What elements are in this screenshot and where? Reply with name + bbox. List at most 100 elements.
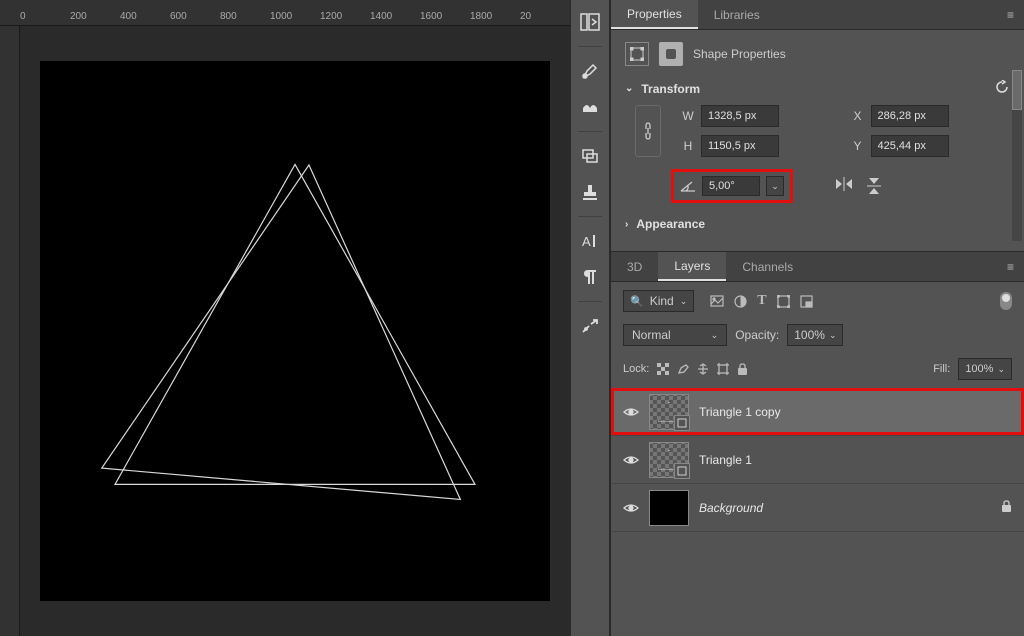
opacity-label: Opacity: bbox=[735, 328, 779, 342]
visibility-toggle-icon[interactable] bbox=[623, 502, 639, 514]
layer-thumbnail[interactable] bbox=[649, 394, 689, 430]
filter-shape-icon[interactable] bbox=[777, 295, 790, 308]
reset-transform-icon[interactable] bbox=[994, 80, 1010, 97]
visibility-toggle-icon[interactable] bbox=[623, 454, 639, 466]
chevron-down-icon: ⌄ bbox=[997, 364, 1005, 375]
properties-scrollbar[interactable] bbox=[1012, 70, 1022, 241]
y-input[interactable] bbox=[871, 135, 949, 157]
ruler-tick: 200 bbox=[70, 11, 120, 25]
tab-properties[interactable]: Properties bbox=[611, 0, 698, 29]
lock-transparency-icon[interactable] bbox=[657, 363, 669, 376]
tab-3d[interactable]: 3D bbox=[611, 252, 658, 281]
filter-kind-select[interactable]: 🔍 Kind ⌄ bbox=[623, 290, 694, 312]
layer-row-background[interactable]: Background bbox=[611, 484, 1024, 532]
ruler-tick: 20 bbox=[520, 11, 570, 25]
canvas[interactable] bbox=[20, 26, 570, 636]
collapse-panels-icon[interactable] bbox=[575, 8, 605, 36]
rotation-dropdown[interactable]: ⌄ bbox=[766, 176, 784, 196]
layer-name[interactable]: Background bbox=[699, 501, 763, 515]
x-input[interactable] bbox=[871, 105, 949, 127]
tool-strip: A bbox=[570, 0, 610, 636]
height-input[interactable] bbox=[701, 135, 779, 157]
shape-badge-icon bbox=[674, 415, 690, 431]
right-panels: Properties Libraries ≡ Shape Properties … bbox=[610, 0, 1024, 636]
filter-pixel-icon[interactable] bbox=[710, 295, 724, 307]
panel-menu-icon[interactable]: ≡ bbox=[997, 8, 1024, 22]
blend-mode-select[interactable]: Normal ⌄ bbox=[623, 324, 727, 346]
layer-filter-row: 🔍 Kind ⌄ T bbox=[611, 282, 1024, 320]
filter-type-icon[interactable]: T bbox=[757, 293, 766, 309]
ruler-tick: 1000 bbox=[270, 11, 320, 25]
blend-row: Normal ⌄ Opacity: 100% ⌄ bbox=[611, 320, 1024, 354]
appearance-section-header[interactable]: › Appearance bbox=[625, 217, 1010, 231]
height-label: H bbox=[681, 139, 695, 153]
filter-adjustment-icon[interactable] bbox=[734, 295, 747, 308]
layer-thumbnail[interactable] bbox=[649, 490, 689, 526]
lock-label: Lock: bbox=[623, 363, 649, 375]
layers-icon[interactable] bbox=[575, 142, 605, 170]
ruler-tick: 1800 bbox=[470, 11, 520, 25]
flip-vertical-icon[interactable] bbox=[867, 177, 881, 195]
flip-horizontal-icon[interactable] bbox=[835, 177, 853, 195]
tab-layers[interactable]: Layers bbox=[658, 252, 726, 281]
angle-icon bbox=[680, 180, 696, 192]
live-shape-icon bbox=[659, 42, 683, 66]
layer-row-triangle-1[interactable]: Triangle 1 bbox=[611, 436, 1024, 484]
lock-artboard-icon[interactable] bbox=[717, 363, 729, 376]
properties-panel: Shape Properties ⌄ Transform W X H Y bbox=[611, 30, 1024, 251]
settings-icon[interactable] bbox=[575, 312, 605, 340]
rotation-field-highlighted: ⌄ bbox=[671, 169, 793, 203]
search-icon: 🔍 bbox=[630, 295, 644, 308]
layer-list: Triangle 1 copy Triangle 1 Background bbox=[611, 388, 1024, 636]
lock-all-icon[interactable] bbox=[737, 363, 748, 376]
stamp-icon[interactable] bbox=[575, 178, 605, 206]
layer-name[interactable]: Triangle 1 bbox=[699, 453, 752, 467]
canvas-area: 0 200 400 600 800 1000 1200 1400 1600 18… bbox=[0, 0, 570, 636]
ruler-tick: 1400 bbox=[370, 11, 420, 25]
transform-title: Transform bbox=[641, 82, 700, 96]
ruler-tick: 800 bbox=[220, 11, 270, 25]
history-brush-icon[interactable] bbox=[575, 57, 605, 85]
layer-row-triangle-1-copy[interactable]: Triangle 1 copy bbox=[611, 388, 1024, 436]
ruler-vertical bbox=[0, 26, 20, 636]
lock-image-icon[interactable] bbox=[677, 363, 689, 376]
swatches-icon[interactable] bbox=[575, 93, 605, 121]
panel-menu-icon[interactable]: ≡ bbox=[997, 260, 1024, 274]
lock-position-icon[interactable] bbox=[697, 363, 709, 376]
kind-label: Kind bbox=[650, 294, 674, 308]
filter-smartobject-icon[interactable] bbox=[800, 295, 813, 308]
tab-channels[interactable]: Channels bbox=[726, 252, 809, 281]
rotation-input[interactable] bbox=[702, 176, 760, 196]
layers-tabbar: 3D Layers Channels ≡ bbox=[611, 252, 1024, 282]
layer-name[interactable]: Triangle 1 copy bbox=[699, 405, 781, 419]
ruler-tick: 600 bbox=[170, 11, 220, 25]
transform-section-header[interactable]: ⌄ Transform bbox=[625, 80, 1010, 97]
width-input[interactable] bbox=[701, 105, 779, 127]
chevron-right-icon: › bbox=[625, 219, 628, 230]
lock-row: Lock: Fill: 100% ⌄ bbox=[611, 354, 1024, 388]
fill-input[interactable]: 100% ⌄ bbox=[958, 358, 1012, 380]
y-label: Y bbox=[851, 139, 865, 153]
chevron-down-icon: ⌄ bbox=[711, 330, 719, 341]
character-icon[interactable]: A bbox=[575, 227, 605, 255]
tab-libraries[interactable]: Libraries bbox=[698, 0, 776, 29]
layer-thumbnail[interactable] bbox=[649, 442, 689, 478]
ruler-tick: 1200 bbox=[320, 11, 370, 25]
paragraph-icon[interactable] bbox=[575, 263, 605, 291]
shape-badge-icon bbox=[674, 463, 690, 479]
lock-icon[interactable] bbox=[1001, 500, 1012, 516]
ruler-tick: 1600 bbox=[420, 11, 470, 25]
visibility-toggle-icon[interactable] bbox=[623, 406, 639, 418]
layers-panel: 3D Layers Channels ≡ 🔍 Kind ⌄ T bbox=[611, 251, 1024, 636]
artboard[interactable] bbox=[40, 61, 550, 601]
chevron-down-icon: ⌄ bbox=[625, 83, 633, 94]
x-label: X bbox=[851, 109, 865, 123]
opacity-input[interactable]: 100% ⌄ bbox=[787, 324, 843, 346]
svg-text:A: A bbox=[582, 234, 591, 249]
ruler-horizontal: 0 200 400 600 800 1000 1200 1400 1600 18… bbox=[0, 0, 570, 26]
blend-mode-value: Normal bbox=[632, 328, 671, 342]
shape-properties-label: Shape Properties bbox=[693, 47, 786, 61]
shape-bounds-icon bbox=[625, 42, 649, 66]
filter-toggle[interactable] bbox=[1000, 292, 1012, 310]
link-wh-button[interactable] bbox=[635, 105, 661, 157]
